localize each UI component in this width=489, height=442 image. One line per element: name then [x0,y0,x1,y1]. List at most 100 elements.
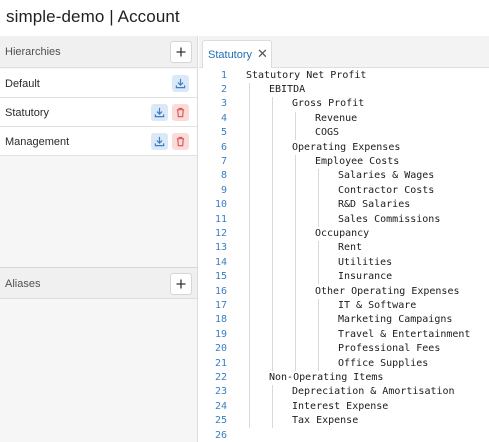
code-line: 10 R&D Salaries [199,198,489,212]
line-number: 6 [220,141,227,153]
code-line: 17 IT & Software [199,299,489,313]
line-number: 5 [220,127,227,139]
code-line: 6 Operating Expenses [199,141,489,155]
hierarchy-item[interactable]: Default [0,69,197,98]
code-line: 1 Statutory Net Profit [199,69,489,83]
line-number: 13 [214,242,227,254]
code-line: 23 Depreciation & Amortisation [199,385,489,399]
code-line: 5 COGS [199,126,489,140]
line-number: 18 [214,314,227,326]
line-text: Utilities [338,256,393,268]
code-line: 14 Utilities [199,256,489,270]
line-number: 20 [214,343,227,355]
code-line: 18 Marketing Campaigns [199,313,489,327]
hierarchy-item[interactable]: Management [0,127,197,156]
hierarchies-header: Hierarchies [0,36,197,68]
code-line: 7 Employee Costs [199,155,489,169]
line-text: Revenue [315,112,358,124]
line-number: 17 [214,299,227,311]
hierarchies-header-label: Hierarchies [5,46,61,58]
indent-guide [318,241,319,285]
line-number: 25 [214,415,227,427]
line-number: 7 [220,155,227,167]
indent-guide [295,154,296,371]
line-number: 14 [214,256,227,268]
line-text: Occupancy [315,227,370,239]
line-text: Professional Fees [338,343,441,355]
code-line: 3 Gross Profit [199,97,489,111]
line-text: Insurance [338,271,393,283]
line-number: 1 [220,69,227,81]
add-alias-button[interactable] [170,273,192,295]
code-line: 19 Travel & Entertainment [199,328,489,342]
line-number: 22 [214,371,227,383]
line-number: 11 [214,213,227,225]
plus-icon [176,47,186,57]
line-number: 3 [220,98,227,110]
code-editor[interactable]: 1 Statutory Net Profit 2 EBITDA 3 Gross Profi… [199,68,489,442]
line-text: EBITDA [269,83,306,95]
code-line: 13 Rent [199,241,489,255]
line-number: 24 [214,400,227,412]
indent-guide [249,82,250,429]
code-line: 22 Non-Operating Items [199,371,489,385]
hierarchy-item[interactable]: Statutory [0,98,197,127]
line-number: 19 [214,328,227,340]
line-text: Rent [338,242,363,254]
code-line: 21 Office Supplies [199,357,489,371]
line-text: Employee Costs [315,155,400,167]
indent-guide [272,385,273,429]
indent-guide [318,169,319,227]
hierarchy-item-label: Management [5,136,70,148]
app-header: simple-demo | Account [0,0,489,34]
tab-statutory[interactable]: Statutory ✕ [202,40,272,69]
code-line: 8 Salaries & Wages [199,169,489,183]
line-text: Depreciation & Amortisation [292,386,455,398]
line-text: Interest Expense [292,400,389,412]
left-panel: Hierarchies Default Statutory Management A… [0,36,198,442]
line-number: 9 [220,184,227,196]
line-text: Marketing Campaigns [338,314,453,326]
line-number: 26 [214,429,227,441]
add-hierarchy-button[interactable] [170,41,192,63]
code-line: 15 Insurance [199,270,489,284]
line-number: 23 [214,386,227,398]
line-number: 15 [214,271,227,283]
line-text: Operating Expenses [292,141,401,153]
code-line: 12 Occupancy [199,227,489,241]
line-number: 4 [220,112,227,124]
download-icon[interactable] [172,75,189,92]
indent-guide [318,298,319,371]
hierarchy-list: Default Statutory Management [0,69,197,156]
line-text: Gross Profit [292,98,365,110]
code-line: 24 Interest Expense [199,400,489,414]
code-line: 20 Professional Fees [199,342,489,356]
line-text: Travel & Entertainment [338,328,471,340]
code-line: 25 Tax Expense [199,414,489,428]
tab-label: Statutory [208,49,253,61]
line-number: 10 [214,199,227,211]
code-line: 16 Other Operating Expenses [199,285,489,299]
line-text: Contractor Costs [338,184,435,196]
download-icon[interactable] [151,133,168,150]
code-line: 11 Sales Commissions [199,213,489,227]
close-icon[interactable]: ✕ [257,47,269,61]
line-text: Other Operating Expenses [315,285,460,297]
line-text: Salaries & Wages [338,170,435,182]
line-text: Sales Commissions [338,213,441,225]
download-icon[interactable] [151,104,168,121]
line-text: IT & Software [338,299,417,311]
line-number: 16 [214,285,227,297]
line-text: Statutory Net Profit [246,69,367,81]
code-line: 2 EBITDA [199,83,489,97]
line-number: 21 [214,357,227,369]
aliases-header: Aliases [0,267,197,299]
code-line: 9 Contractor Costs [199,184,489,198]
trash-icon[interactable] [172,104,189,121]
trash-icon[interactable] [172,133,189,150]
indent-guide [272,97,273,371]
line-number: 2 [220,83,227,95]
line-number: 8 [220,170,227,182]
line-text: Non-Operating Items [269,371,384,383]
indent-guide [295,111,296,141]
